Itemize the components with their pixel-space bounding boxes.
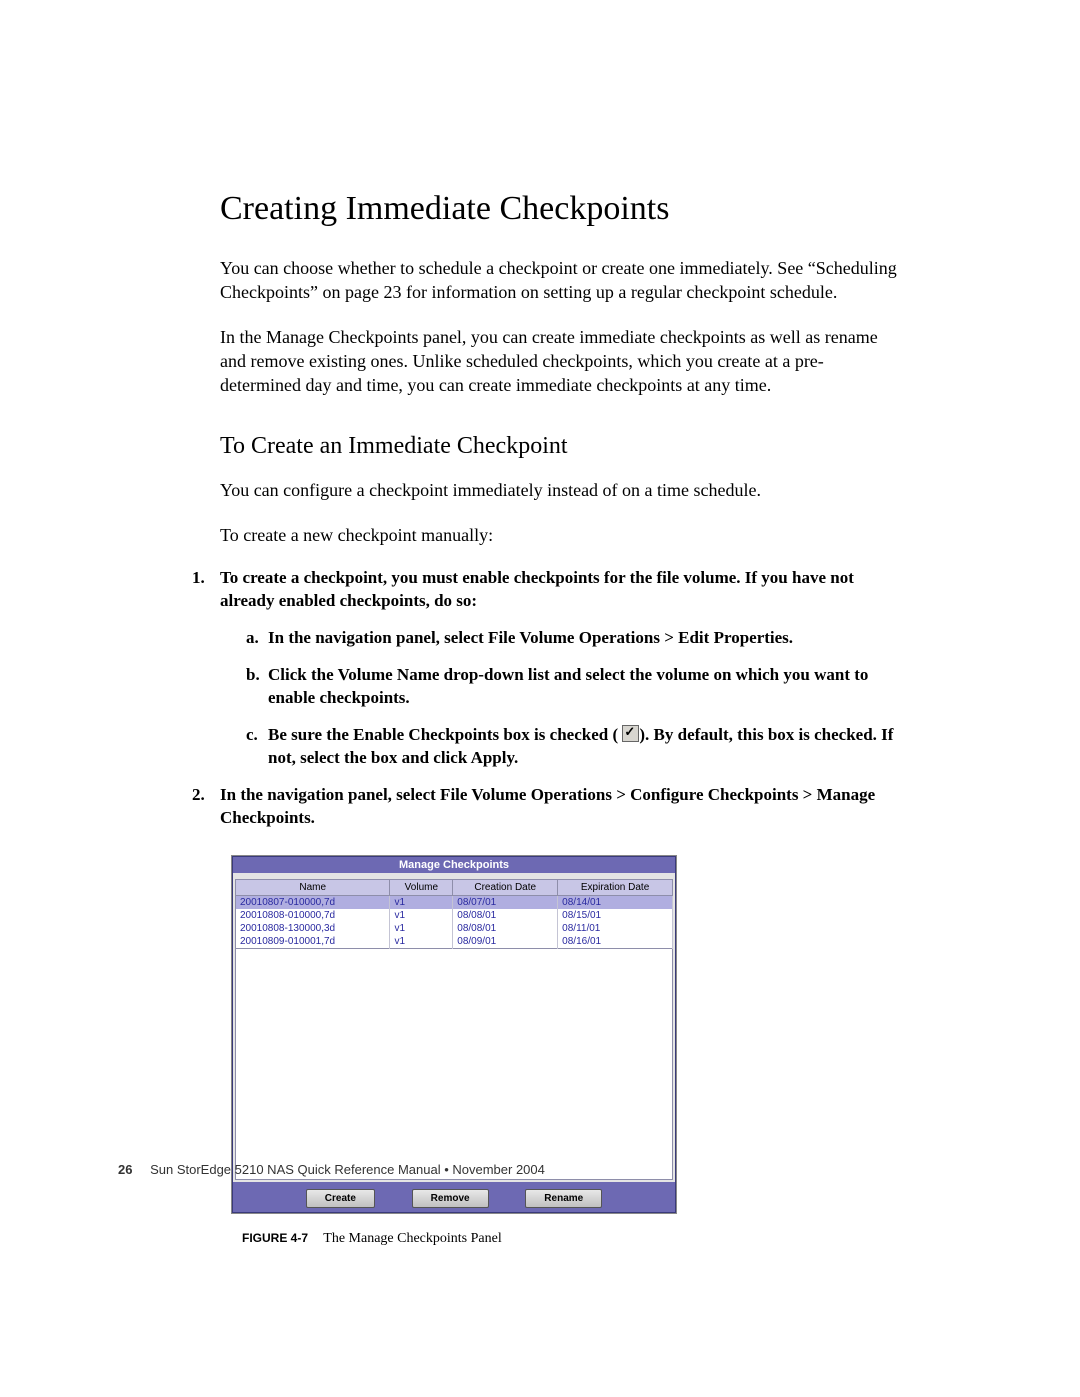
panel-title: Manage Checkpoints: [233, 857, 675, 873]
page-footer: 26 Sun StorEdge 5210 NAS Quick Reference…: [118, 1162, 545, 1177]
checkbox-checked-icon: [622, 725, 639, 742]
step-2: 2. In the navigation panel, select File …: [192, 784, 900, 830]
cell-expiration: 08/16/01: [558, 935, 673, 949]
step-2-text: In the navigation panel, select File Vol…: [220, 785, 875, 827]
create-button[interactable]: Create: [306, 1189, 375, 1208]
table-row[interactable]: 20010808-010000,7d v1 08/08/01 08/15/01: [236, 909, 673, 922]
cell-expiration: 08/11/01: [558, 922, 673, 935]
step-1c-pre: Be sure the Enable Checkpoints box is ch…: [268, 725, 618, 744]
col-header-expiration[interactable]: Expiration Date: [558, 879, 673, 895]
col-header-name[interactable]: Name: [236, 879, 390, 895]
cell-creation: 08/09/01: [453, 935, 558, 949]
cell-name: 20010807-010000,7d: [236, 895, 390, 909]
figure-label: FIGURE 4-7: [242, 1231, 308, 1245]
figure-caption: FIGURE 4-7 The Manage Checkpoints Panel: [242, 1231, 900, 1247]
step-1c-letter: c.: [246, 724, 258, 747]
cell-creation: 08/08/01: [453, 909, 558, 922]
page-number: 26: [118, 1162, 132, 1177]
section-paragraph-1: You can configure a checkpoint immediate…: [220, 478, 900, 502]
table-row[interactable]: 20010807-010000,7d v1 08/07/01 08/14/01: [236, 895, 673, 909]
cell-volume: v1: [390, 935, 453, 949]
col-header-volume[interactable]: Volume: [390, 879, 453, 895]
remove-button[interactable]: Remove: [412, 1189, 489, 1208]
table-empty-area: [235, 949, 673, 1180]
step-1b-letter: b.: [246, 664, 260, 687]
section-heading: To Create an Immediate Checkpoint: [220, 433, 900, 460]
cell-expiration: 08/15/01: [558, 909, 673, 922]
step-1b-text: Click the Volume Name drop-down list and…: [268, 665, 868, 707]
footer-text: Sun StorEdge 5210 NAS Quick Reference Ma…: [150, 1162, 545, 1177]
page-heading: Creating Immediate Checkpoints: [220, 190, 900, 228]
cell-name: 20010809-010001,7d: [236, 935, 390, 949]
figure-text: The Manage Checkpoints Panel: [323, 1231, 501, 1246]
manage-checkpoints-panel: Manage Checkpoints Name Volume Creation …: [232, 856, 676, 1213]
checkpoints-table[interactable]: Name Volume Creation Date Expiration Dat…: [235, 879, 673, 949]
panel-footer: Create Remove Rename: [233, 1182, 675, 1212]
step-1-text: To create a checkpoint, you must enable …: [220, 568, 854, 610]
step-1c: c. Be sure the Enable Checkpoints box is…: [246, 724, 900, 770]
cell-volume: v1: [390, 895, 453, 909]
intro-paragraph-2: In the Manage Checkpoints panel, you can…: [220, 325, 900, 398]
section-paragraph-2: To create a new checkpoint manually:: [220, 523, 900, 547]
step-2-number: 2.: [192, 784, 205, 807]
step-1a-letter: a.: [246, 627, 259, 650]
rename-button[interactable]: Rename: [525, 1189, 602, 1208]
cell-creation: 08/07/01: [453, 895, 558, 909]
intro-paragraph-1: You can choose whether to schedule a che…: [220, 256, 900, 305]
step-1-number: 1.: [192, 567, 205, 590]
table-row[interactable]: 20010809-010001,7d v1 08/09/01 08/16/01: [236, 935, 673, 949]
step-1b: b. Click the Volume Name drop-down list …: [246, 664, 900, 710]
step-1a: a. In the navigation panel, select File …: [246, 627, 900, 650]
table-row[interactable]: 20010808-130000,3d v1 08/08/01 08/11/01: [236, 922, 673, 935]
cell-name: 20010808-010000,7d: [236, 909, 390, 922]
cell-volume: v1: [390, 922, 453, 935]
cell-expiration: 08/14/01: [558, 895, 673, 909]
step-1: 1. To create a checkpoint, you must enab…: [192, 567, 900, 770]
step-1a-text: In the navigation panel, select File Vol…: [268, 628, 793, 647]
cell-volume: v1: [390, 909, 453, 922]
col-header-creation[interactable]: Creation Date: [453, 879, 558, 895]
cell-creation: 08/08/01: [453, 922, 558, 935]
cell-name: 20010808-130000,3d: [236, 922, 390, 935]
